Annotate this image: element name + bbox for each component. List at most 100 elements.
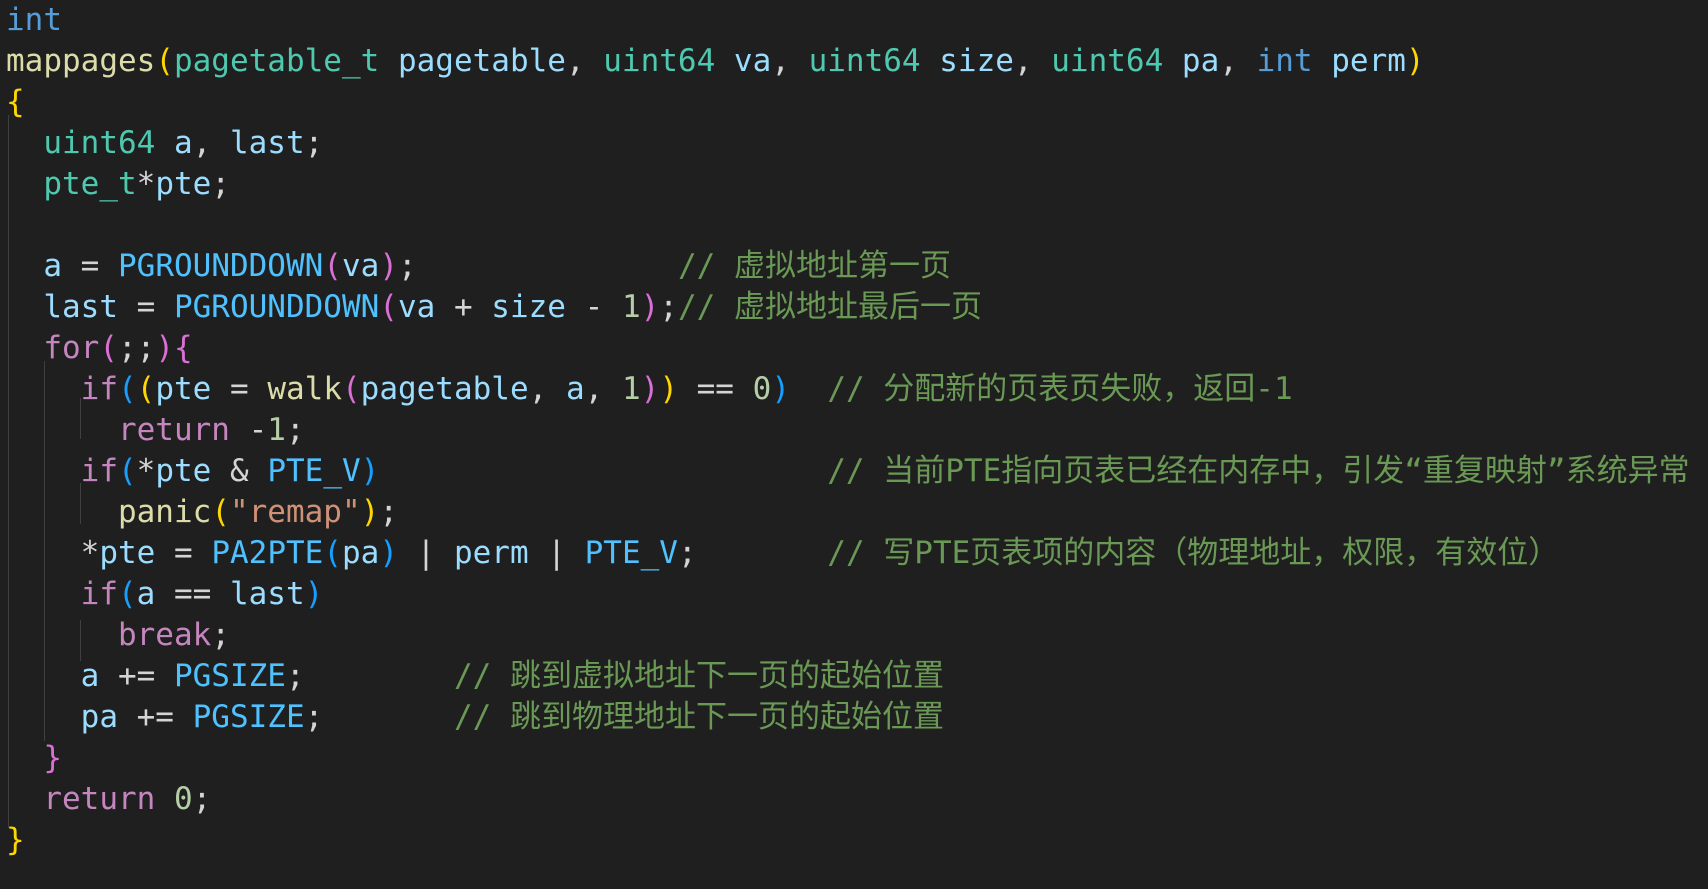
code-token: ) (360, 494, 380, 530)
code-token: ; (285, 658, 305, 694)
code-token: walk (267, 371, 342, 407)
code-token: ) (1405, 43, 1425, 79)
code-token: , (584, 371, 622, 407)
code-comment: // 写PTE页表项的内容（物理地址，权限，有效位） (827, 535, 1560, 571)
code-line[interactable]: a += PGSIZE; // 跳到虚拟地址下一页的起始位置 (6, 656, 944, 697)
code-token: size (920, 43, 1014, 79)
code-token: * (80, 535, 100, 571)
code-token: ; (192, 781, 212, 817)
code-token: 1 (621, 289, 641, 325)
code-line[interactable]: for(;;){ (6, 328, 193, 369)
code-line[interactable]: return -1; (6, 410, 305, 451)
code-line[interactable]: { (6, 82, 25, 123)
code-token: last (43, 289, 118, 325)
code-comment: // 分配新的页表页失败，返回-1 (827, 371, 1293, 407)
code-token: = (211, 371, 268, 407)
code-token: & (211, 453, 268, 489)
code-token: ; (397, 248, 417, 284)
code-token: if (80, 576, 118, 612)
code-line[interactable]: return 0; (6, 779, 211, 820)
code-token: ;; (118, 330, 156, 366)
code-token: return (43, 781, 156, 817)
code-token: ( (117, 576, 137, 612)
code-token: , (1013, 43, 1033, 79)
code-line[interactable]: uint64 a, last; (6, 123, 323, 164)
code-token: pte (99, 535, 156, 571)
code-line[interactable]: a = PGROUNDDOWN(va); // 虚拟地址第一页 (6, 246, 951, 287)
code-line[interactable]: break; (6, 615, 230, 656)
code-token: 0 (173, 781, 193, 817)
code-line[interactable]: int (6, 0, 62, 41)
code-token: for (43, 330, 100, 366)
code-token: pa (80, 699, 118, 735)
code-line[interactable]: *pte = PA2PTE(pa) | perm | PTE_V; // 写PT… (6, 533, 1560, 574)
code-token: } (43, 740, 62, 776)
code-token: last (229, 576, 305, 612)
code-token: uint64 (584, 43, 716, 79)
code-token: a (80, 658, 100, 694)
code-token: PGROUNDDOWN (118, 248, 324, 284)
code-token: uint64 (43, 125, 156, 161)
code-token: ) (360, 453, 380, 489)
code-token: == (677, 371, 753, 407)
code-token: ) (659, 371, 678, 407)
code-line[interactable]: if((pte = walk(pagetable, a, 1)) == 0) /… (6, 369, 1293, 410)
code-line[interactable]: pte_t*pte; (6, 164, 230, 205)
code-token: { (174, 330, 193, 366)
code-token: perm (453, 535, 529, 571)
code-line[interactable]: panic("remap"); (6, 492, 398, 533)
code-line[interactable]: if(a == last) (6, 574, 324, 615)
code-token: a (155, 125, 193, 161)
code-token: PTE_V (584, 535, 678, 571)
code-token: += (117, 699, 193, 735)
code-line[interactable]: mappages(pagetable_t pagetable, uint64 v… (6, 41, 1425, 82)
code-token: * (136, 166, 156, 202)
code-token: ( (136, 371, 156, 407)
code-editor[interactable]: int mappages(pagetable_t pagetable, uint6… (0, 0, 1708, 889)
code-token: ; (379, 494, 398, 530)
code-token: ) (155, 330, 174, 366)
code-token: ( (323, 248, 342, 284)
code-token: int (1237, 43, 1313, 79)
code-token: mappages (6, 43, 156, 79)
code-token: ) (379, 535, 398, 571)
code-token: PGSIZE (173, 658, 286, 694)
code-token: ( (117, 371, 137, 407)
code-token: 0 (752, 371, 772, 407)
code-token: pagetable (379, 43, 566, 79)
code-token: perm (1312, 43, 1406, 79)
code-line[interactable]: if(*pte & PTE_V) // 当前PTE指向页表已经在内存中，引发“重… (6, 451, 1690, 492)
code-token: va (397, 289, 436, 325)
code-token: , (1219, 43, 1238, 79)
code-comment: // 虚拟地址第一页 (677, 248, 951, 284)
code-token: ( (211, 494, 230, 530)
code-token: va (715, 43, 772, 79)
code-line[interactable]: } (6, 738, 62, 779)
code-token: | (528, 535, 585, 571)
code-token: ) (640, 289, 660, 325)
code-token: = (62, 248, 118, 284)
code-token: ; (211, 166, 230, 202)
code-token: - (565, 289, 622, 325)
code-token: size (491, 289, 566, 325)
code-token: ; (211, 617, 230, 653)
code-token: last (211, 125, 305, 161)
code-token: ( (379, 289, 398, 325)
code-token: pte (155, 371, 212, 407)
code-line[interactable]: } (6, 820, 25, 861)
code-token: - (229, 412, 268, 448)
code-token: ; (677, 535, 697, 571)
code-line[interactable]: pa += PGSIZE; // 跳到物理地址下一页的起始位置 (6, 697, 944, 738)
code-token: 1 (267, 412, 286, 448)
code-line[interactable]: last = PGROUNDDOWN(va + size - 1);// 虚拟地… (6, 287, 982, 328)
